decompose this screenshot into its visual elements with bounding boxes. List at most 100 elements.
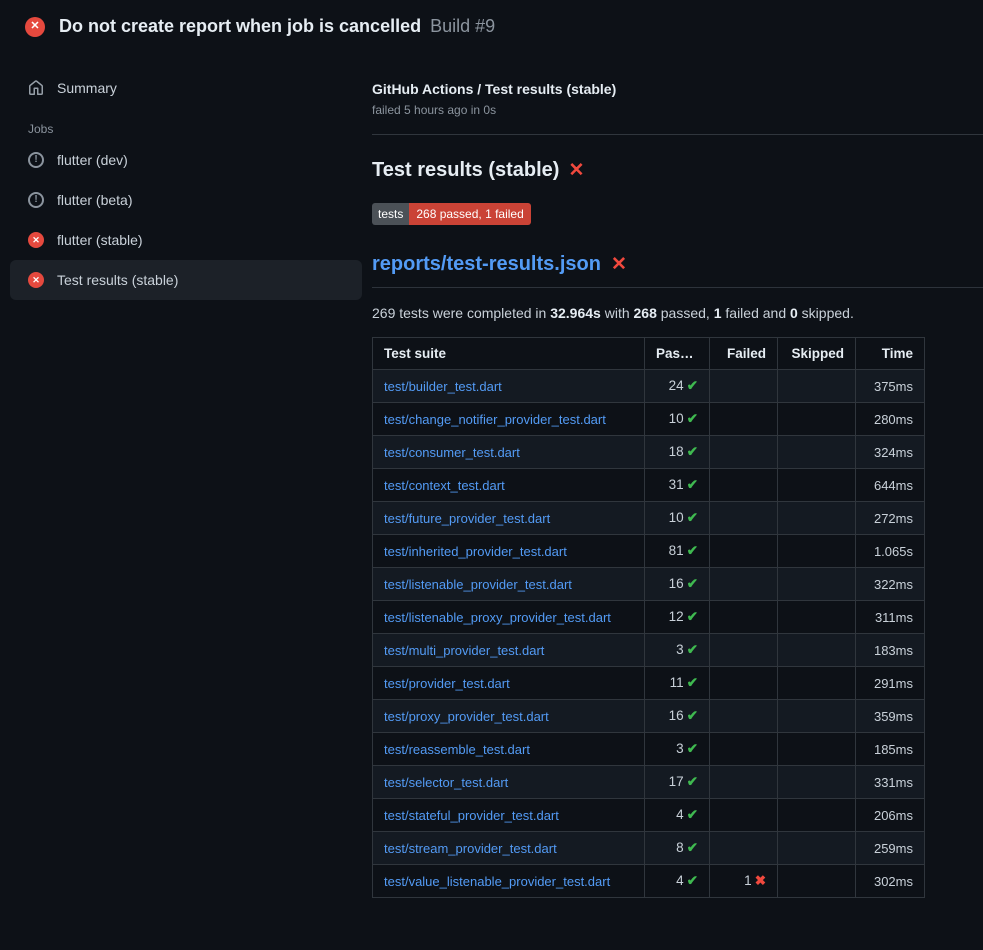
suite-link[interactable]: test/stateful_provider_test.dart <box>384 808 559 823</box>
summary-skipped-count: 0 <box>790 305 798 321</box>
check-icon: ✔ <box>687 807 698 822</box>
skipped-cell <box>778 469 856 502</box>
suite-link[interactable]: test/value_listenable_provider_test.dart <box>384 874 610 889</box>
passed-cell: 18✔ <box>645 436 710 469</box>
failed-cell: 1✖ <box>710 865 778 898</box>
cross-icon: ✖ <box>755 873 766 888</box>
skipped-cell <box>778 865 856 898</box>
table-row: test/change_notifier_provider_test.dart … <box>373 403 925 436</box>
report-file-link[interactable]: reports/test-results.json <box>372 253 601 276</box>
passed-cell: 31✔ <box>645 469 710 502</box>
suite-cell: test/multi_provider_test.dart <box>373 634 645 667</box>
sidebar-item-flutter-dev[interactable]: ! flutter (dev) <box>10 140 362 180</box>
failed-cell: ✖ <box>710 667 778 700</box>
suite-cell: test/future_provider_test.dart <box>373 502 645 535</box>
suite-link[interactable]: test/builder_test.dart <box>384 379 502 394</box>
check-icon: ✔ <box>687 411 698 426</box>
main-content: GitHub Actions / Test results (stable) f… <box>372 51 983 898</box>
passed-count: 4 <box>676 807 684 822</box>
sidebar-item-flutter-stable[interactable]: ✕ flutter (stable) <box>10 220 362 260</box>
failed-cell: ✖ <box>710 700 778 733</box>
suite-link[interactable]: test/stream_provider_test.dart <box>384 841 557 856</box>
passed-cell: 10✔ <box>645 502 710 535</box>
table-row: test/listenable_proxy_provider_test.dart… <box>373 601 925 634</box>
summary-passed-count: 268 <box>634 305 657 321</box>
table-row: test/future_provider_test.dart 10✔ ✖ 272… <box>373 502 925 535</box>
summary-mid1: with <box>601 305 634 321</box>
neutral-status-icon: ! <box>28 192 44 208</box>
suite-link[interactable]: test/listenable_proxy_provider_test.dart <box>384 610 611 625</box>
suite-link[interactable]: test/future_provider_test.dart <box>384 511 550 526</box>
suite-link[interactable]: test/proxy_provider_test.dart <box>384 709 549 724</box>
sidebar-item-label: Test results (stable) <box>57 272 178 288</box>
passed-cell: 12✔ <box>645 601 710 634</box>
table-row: test/stream_provider_test.dart 8✔ ✖ 259m… <box>373 832 925 865</box>
table-row: test/listenable_provider_test.dart 16✔ ✖… <box>373 568 925 601</box>
failed-cell: ✖ <box>710 799 778 832</box>
summary-prefix: 269 tests were completed in <box>372 305 550 321</box>
suite-cell: test/consumer_test.dart <box>373 436 645 469</box>
suite-link[interactable]: test/context_test.dart <box>384 478 505 493</box>
suite-link[interactable]: test/listenable_provider_test.dart <box>384 577 572 592</box>
skipped-cell <box>778 832 856 865</box>
failed-cell: ✖ <box>710 502 778 535</box>
sidebar-item-label: flutter (dev) <box>57 152 128 168</box>
table-row: test/builder_test.dart 24✔ ✖ 375ms <box>373 370 925 403</box>
test-summary-line: 269 tests were completed in 32.964s with… <box>372 305 983 321</box>
suite-link[interactable]: test/multi_provider_test.dart <box>384 643 544 658</box>
summary-mid2: passed, <box>657 305 714 321</box>
sidebar-item-flutter-beta[interactable]: ! flutter (beta) <box>10 180 362 220</box>
suite-link[interactable]: test/reassemble_test.dart <box>384 742 530 757</box>
suite-cell: test/provider_test.dart <box>373 667 645 700</box>
suite-cell: test/stream_provider_test.dart <box>373 832 645 865</box>
skipped-cell <box>778 667 856 700</box>
suite-cell: test/value_listenable_provider_test.dart <box>373 865 645 898</box>
suite-link[interactable]: test/provider_test.dart <box>384 676 510 691</box>
failed-cell: ✖ <box>710 370 778 403</box>
suite-link[interactable]: test/consumer_test.dart <box>384 445 520 460</box>
time-cell: 185ms <box>856 733 925 766</box>
time-cell: 359ms <box>856 700 925 733</box>
suite-link[interactable]: test/inherited_provider_test.dart <box>384 544 567 559</box>
passed-count: 16 <box>669 576 684 591</box>
skipped-cell <box>778 799 856 832</box>
failed-x-icon: ✕ <box>611 255 627 274</box>
time-cell: 322ms <box>856 568 925 601</box>
passed-cell: 4✔ <box>645 865 710 898</box>
skipped-cell <box>778 700 856 733</box>
suite-link[interactable]: test/change_notifier_provider_test.dart <box>384 412 606 427</box>
table-row: test/multi_provider_test.dart 3✔ ✖ 183ms <box>373 634 925 667</box>
time-cell: 324ms <box>856 436 925 469</box>
time-cell: 1.065s <box>856 535 925 568</box>
skipped-cell <box>778 568 856 601</box>
passed-cell: 81✔ <box>645 535 710 568</box>
failed-x-icon: ✕ <box>568 161 584 180</box>
table-row: test/value_listenable_provider_test.dart… <box>373 865 925 898</box>
check-icon: ✔ <box>687 510 698 525</box>
passed-cell: 17✔ <box>645 766 710 799</box>
summary-duration: 32.964s <box>550 305 601 321</box>
column-header-test-suite: Test suite <box>373 338 645 370</box>
column-header-passed: Passed <box>645 338 710 370</box>
suite-cell: test/reassemble_test.dart <box>373 733 645 766</box>
time-cell: 291ms <box>856 667 925 700</box>
failed-cell: ✖ <box>710 634 778 667</box>
failed-cell: ✖ <box>710 469 778 502</box>
check-icon: ✔ <box>687 477 698 492</box>
check-icon: ✔ <box>687 675 698 690</box>
check-icon: ✔ <box>687 774 698 789</box>
table-header-row: Test suite Passed Failed Skipped Time <box>373 338 925 370</box>
time-cell: 183ms <box>856 634 925 667</box>
sidebar-item-summary[interactable]: Summary <box>10 68 362 108</box>
check-icon: ✔ <box>687 543 698 558</box>
skipped-cell <box>778 535 856 568</box>
test-results-table: Test suite Passed Failed Skipped Time te… <box>372 337 925 898</box>
summary-mid3: failed and <box>722 305 791 321</box>
suite-cell: test/stateful_provider_test.dart <box>373 799 645 832</box>
sidebar-item-label: flutter (stable) <box>57 232 143 248</box>
skipped-cell <box>778 733 856 766</box>
sidebar-item-test-results-stable[interactable]: ✕ Test results (stable) <box>10 260 362 300</box>
suite-link[interactable]: test/selector_test.dart <box>384 775 508 790</box>
build-failed-status-icon: ✕ <box>25 17 45 37</box>
time-cell: 311ms <box>856 601 925 634</box>
